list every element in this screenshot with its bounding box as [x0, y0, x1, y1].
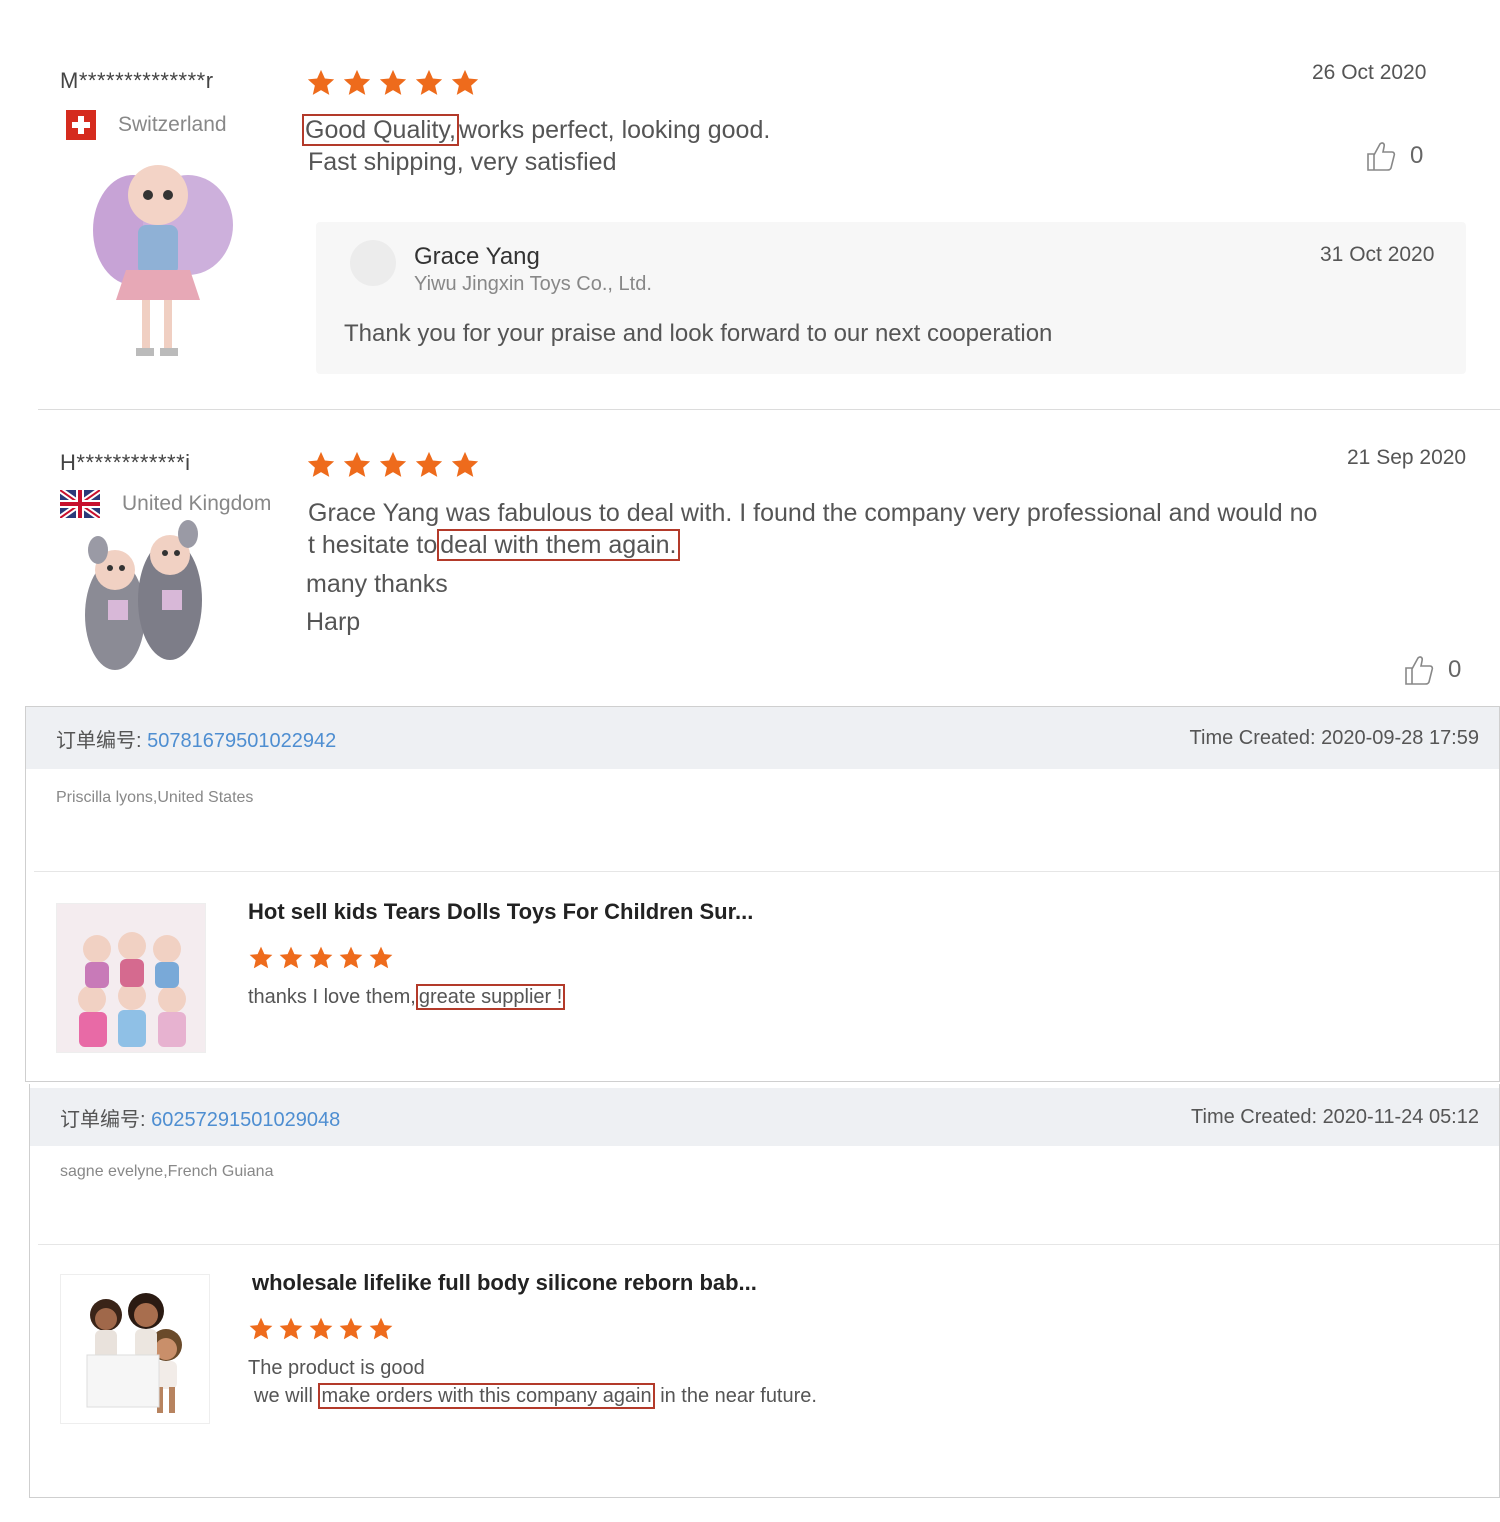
rating-stars — [248, 1316, 394, 1342]
reply-text: Thank you for your praise and look forwa… — [344, 320, 1053, 347]
uk-flag-icon — [60, 490, 100, 518]
reviewer-country: Switzerland — [66, 110, 227, 140]
star-icon — [415, 451, 443, 477]
buyer-info: sagne evelyne,French Guiana — [60, 1163, 274, 1180]
order-id-link[interactable]: 50781679501022942 — [147, 730, 336, 752]
order-time: Time Created: 2020-11-24 05:12 — [1191, 1106, 1479, 1129]
star-icon — [379, 69, 407, 95]
order-divider — [38, 1244, 1499, 1245]
time-label: Time Created: — [1191, 1105, 1317, 1128]
order-header: 订单编号: 50781679501022942 Time Created: 20… — [26, 707, 1499, 769]
seller-company: Yiwu Jingxin Toys Co., Ltd. — [414, 273, 652, 295]
product-image[interactable] — [56, 903, 206, 1053]
reviewer-photo-doll — [93, 165, 233, 356]
seller-avatar — [350, 240, 396, 286]
order-panel-2: 订单编号: 60257291501029048 Time Created: 20… — [29, 1084, 1500, 1498]
product-photo-dolls — [61, 1275, 209, 1423]
thumbs-up-icon — [1405, 656, 1434, 685]
rating-stars — [306, 68, 480, 98]
highlighted-phrase: make orders with this company again — [318, 1383, 655, 1409]
highlighted-phrase: Good Quality, — [302, 114, 460, 146]
reply-date: 31 Oct 2020 — [1320, 243, 1435, 266]
star-icon — [415, 69, 443, 95]
time-value: 2020-11-24 05:12 — [1322, 1105, 1479, 1128]
like-count: 0 — [1448, 656, 1462, 683]
country-label: Switzerland — [118, 113, 227, 136]
star-icon — [379, 451, 407, 477]
star-icon — [249, 1317, 273, 1340]
like-button[interactable]: 0 — [1404, 654, 1461, 686]
star-icon — [369, 946, 393, 969]
review-date: 21 Sep 2020 — [1347, 446, 1467, 469]
star-icon — [309, 946, 333, 969]
star-icon — [451, 451, 479, 477]
review-divider — [38, 409, 1500, 410]
review-text-line1: Grace Yang was fabulous to deal with. I … — [308, 499, 1318, 527]
star-icon — [279, 946, 303, 969]
review-text-line2: Fast shipping, very satisfied — [308, 148, 617, 176]
order-review-text: thanks I love them, greate supplier ! — [248, 983, 566, 1011]
product-photo-dolls — [57, 904, 205, 1052]
star-icon — [369, 1317, 393, 1340]
review-text-prefix: t hesitate to — [308, 531, 438, 559]
order-label: 订单编号: — [56, 729, 142, 752]
star-icon — [307, 69, 335, 95]
product-image[interactable] — [60, 1274, 210, 1424]
order-panel-1: 订单编号: 50781679501022942 Time Created: 20… — [25, 706, 1500, 1082]
order-review-text-line1: The product is good — [248, 1357, 425, 1379]
review-text-line1: works perfect, looking good. — [459, 116, 771, 144]
reviewer-name: M**************r — [60, 68, 214, 93]
review-text-line4: Harp — [306, 608, 361, 636]
star-icon — [343, 69, 371, 95]
rating-stars — [306, 450, 480, 480]
product-title[interactable]: wholesale lifelike full body silicone re… — [252, 1270, 757, 1296]
time-value: 2020-09-28 17:59 — [1321, 726, 1479, 749]
star-icon — [339, 1317, 363, 1340]
buyer-info: Priscilla lyons,United States — [56, 789, 254, 806]
time-label: Time Created: — [1189, 726, 1316, 749]
highlighted-phrase: greate supplier ! — [415, 984, 566, 1010]
review-date: 26 Oct 2020 — [1312, 61, 1427, 84]
thumbs-up-icon — [1367, 142, 1396, 171]
star-icon — [279, 1317, 303, 1340]
star-icon — [451, 69, 479, 95]
star-icon — [309, 1317, 333, 1340]
seller-name: Grace Yang — [414, 243, 540, 270]
review-text: Good Quality, works perfect, looking good… — [302, 114, 770, 178]
country-label: United Kingdom — [122, 492, 272, 515]
order-header: 订单编号: 60257291501029048 Time Created: 20… — [30, 1088, 1499, 1146]
product-title[interactable]: Hot sell kids Tears Dolls Toys For Child… — [248, 899, 753, 925]
review-text-line2: t hesitate to deal with them again. — [308, 529, 680, 561]
order-id-link[interactable]: 60257291501029048 — [151, 1109, 340, 1131]
review-text-suffix: in the near future. — [660, 1385, 817, 1407]
rating-stars — [248, 945, 394, 971]
review-text-prefix: thanks I love them, — [248, 986, 416, 1008]
order-review-text-line2: we will make orders with this company ag… — [254, 1382, 817, 1410]
order-number: 订单编号: 50781679501022942 — [56, 724, 336, 753]
star-icon — [339, 946, 363, 969]
like-count: 0 — [1410, 142, 1424, 169]
star-icon — [343, 451, 371, 477]
order-label: 订单编号: — [60, 1108, 146, 1131]
review-text-prefix: we will — [254, 1385, 313, 1407]
order-number: 订单编号: 60257291501029048 — [60, 1103, 340, 1132]
review-text-line3: many thanks — [306, 570, 448, 598]
order-time: Time Created: 2020-09-28 17:59 — [1190, 727, 1479, 750]
reviewer-photo-dolls — [85, 520, 202, 670]
star-icon — [307, 451, 335, 477]
reviewer-country: United Kingdom — [60, 490, 271, 518]
highlighted-phrase: deal with them again. — [437, 529, 680, 561]
order-divider — [34, 871, 1499, 872]
swiss-flag-icon — [66, 110, 96, 140]
reviewer-name: H************i — [60, 450, 191, 475]
star-icon — [249, 946, 273, 969]
like-button[interactable]: 0 — [1366, 140, 1423, 172]
